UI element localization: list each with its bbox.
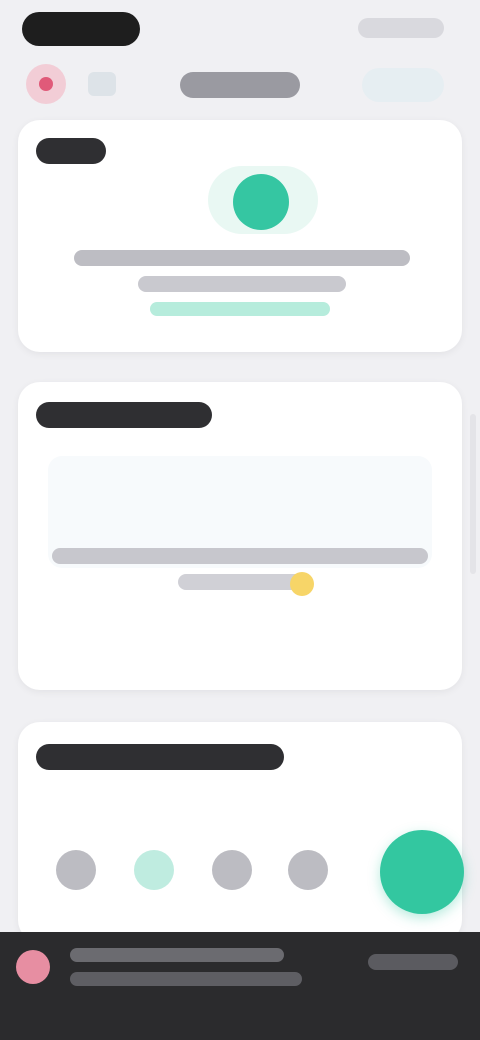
tab-icon-3[interactable] (212, 850, 252, 890)
activity-card-title (36, 402, 212, 428)
status-time-pill (22, 12, 140, 46)
tab-bar (0, 830, 480, 926)
top-bar (0, 56, 480, 120)
emoji-icon (290, 572, 314, 596)
banner-action-button[interactable] (368, 954, 458, 970)
status-dot-icon (233, 174, 289, 230)
left-secondary-icon[interactable] (88, 72, 116, 96)
banner-text-line (70, 948, 284, 962)
tab-icon-4[interactable] (288, 850, 328, 890)
third-card-title (36, 744, 284, 770)
overview-text-line (138, 276, 346, 292)
overview-card-title (36, 138, 106, 164)
empty-state-text-line (52, 548, 428, 564)
status-bar (0, 0, 480, 56)
tab-icon-1[interactable] (56, 850, 96, 890)
overview-link[interactable] (150, 302, 330, 316)
add-button[interactable] (380, 830, 464, 914)
banner-icon (16, 950, 50, 984)
scrollbar[interactable] (470, 414, 476, 574)
bottom-banner (0, 932, 480, 1040)
page-title (180, 72, 300, 98)
status-icons (358, 18, 444, 38)
overview-text-line (74, 250, 410, 266)
tab-icon-2[interactable] (134, 850, 174, 890)
profile-icon[interactable] (26, 64, 66, 104)
top-right-actions[interactable] (362, 68, 444, 102)
overview-card (18, 120, 462, 352)
banner-text-line (70, 972, 302, 986)
activity-card (18, 382, 462, 690)
